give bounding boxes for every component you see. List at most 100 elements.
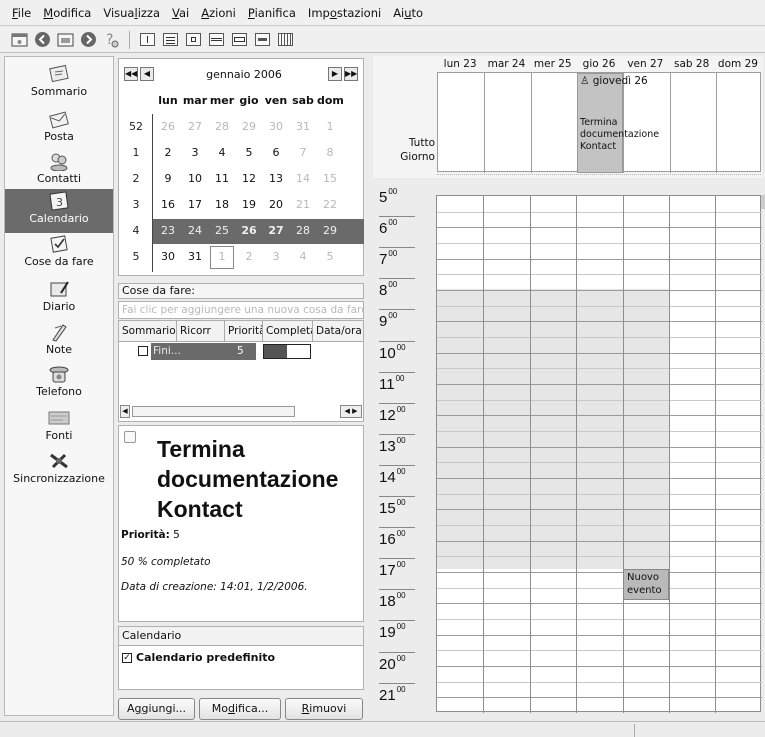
today-icon[interactable] — [56, 30, 75, 49]
day-cell[interactable]: 4 — [290, 245, 316, 268]
sidebar-item-sommario[interactable]: Sommario — [5, 62, 113, 106]
menu-item-3[interactable]: Vai — [166, 6, 195, 20]
week-number[interactable]: 2 — [123, 167, 149, 190]
column-summary[interactable]: Sommario — [119, 321, 177, 342]
sidebar-item-contatti[interactable]: Contatti — [5, 149, 113, 193]
day-cell[interactable]: 31 — [290, 115, 316, 138]
month-label[interactable]: gennaio 2006 — [179, 68, 309, 81]
previous-year-button[interactable]: ◀◀ — [124, 67, 138, 81]
menu-item-0[interactable]: File — [6, 6, 37, 20]
menu-item-4[interactable]: Azioni — [195, 6, 242, 20]
day-cell[interactable]: 28 — [209, 115, 235, 138]
todo-row[interactable]: Fini... 5 — [119, 343, 363, 360]
day-cell[interactable]: 11 — [209, 167, 235, 190]
sidebar-item-posta[interactable]: Posta — [5, 107, 113, 151]
day-cell[interactable]: 29 — [317, 219, 343, 242]
day-cell[interactable]: 20 — [263, 193, 289, 216]
day-cell[interactable]: 3 — [263, 245, 289, 268]
day-cell[interactable]: 14 — [290, 167, 316, 190]
add-calendar-button[interactable]: Aggiungi... — [118, 698, 195, 720]
help-icon[interactable]: ? — [102, 30, 121, 49]
all-day-grid[interactable]: ♙ giovedì 26 Termina documentazione Kont… — [437, 72, 761, 173]
sidebar-item-sincronizzazione[interactable]: Sincronizzazione — [5, 449, 113, 493]
menu-item-7[interactable]: Aiuto — [387, 6, 429, 20]
day-cell[interactable]: 16 — [155, 193, 181, 216]
agenda-grid[interactable]: Nuovo evento — [436, 195, 762, 713]
day-header[interactable]: mar 24 — [483, 56, 529, 72]
day-cell[interactable]: 13 — [263, 167, 289, 190]
next-year-button[interactable]: ▶▶ — [344, 67, 358, 81]
day-cell[interactable]: 15 — [317, 167, 343, 190]
day-cell[interactable]: 2 — [236, 245, 262, 268]
day-cell[interactable]: 1 — [209, 245, 235, 268]
day-cell[interactable]: 6 — [263, 141, 289, 164]
next-days-view-icon[interactable] — [253, 30, 272, 49]
day-cell[interactable]: 24 — [182, 219, 208, 242]
back-icon[interactable] — [33, 30, 52, 49]
week-number[interactable]: 52 — [123, 115, 149, 138]
day-cell[interactable]: 23 — [155, 219, 181, 242]
day-cell[interactable]: 2 — [155, 141, 181, 164]
day-cell[interactable]: 26 — [155, 115, 181, 138]
menu-item-2[interactable]: Visualizza — [97, 6, 166, 20]
day-cell[interactable]: 5 — [317, 245, 343, 268]
day-cell[interactable]: 27 — [182, 115, 208, 138]
previous-month-button[interactable]: ◀ — [140, 67, 154, 81]
calendar-resource-item[interactable]: ✓ Calendario predefinito — [122, 651, 275, 664]
day-cell[interactable]: 9 — [155, 167, 181, 190]
day-view-icon[interactable] — [184, 30, 203, 49]
day-header[interactable]: lun 23 — [437, 56, 483, 72]
day-cell[interactable]: 29 — [236, 115, 262, 138]
todo-horizontal-scrollbar[interactable]: ◀ ◀ ▶ — [120, 405, 363, 419]
new-event-placeholder[interactable]: Nuovo evento — [623, 569, 669, 600]
month-view-icon[interactable] — [276, 30, 295, 49]
week-number[interactable]: 4 — [123, 219, 149, 242]
day-header[interactable]: sab 28 — [669, 56, 715, 72]
day-header[interactable]: ven 27 — [622, 56, 668, 72]
day-cell[interactable]: 7 — [290, 141, 316, 164]
new-event-icon[interactable] — [10, 30, 29, 49]
sidebar-item-telefono[interactable]: Telefono — [5, 362, 113, 406]
day-cell[interactable]: 30 — [263, 115, 289, 138]
whats-next-icon[interactable] — [138, 30, 157, 49]
day-cell[interactable]: 5 — [236, 141, 262, 164]
sidebar-item-calendario[interactable]: 3 Calendario — [5, 189, 113, 233]
menu-item-6[interactable]: Impostazioni — [302, 6, 387, 20]
edit-calendar-button[interactable]: Modifica... — [199, 698, 281, 720]
day-cell[interactable]: 31 — [182, 245, 208, 268]
day-cell[interactable]: 19 — [236, 193, 262, 216]
day-cell[interactable]: 18 — [209, 193, 235, 216]
day-header[interactable]: gio 26 — [576, 56, 622, 72]
sidebar-item-diario[interactable]: Diario — [5, 277, 113, 321]
next-month-button[interactable]: ▶ — [328, 67, 342, 81]
calendar-checkbox[interactable]: ✓ — [122, 652, 132, 663]
quick-todo-input[interactable]: Fai clic per aggiungere una nuova cosa d… — [118, 301, 364, 319]
day-cell[interactable]: 1 — [317, 115, 343, 138]
menu-item-5[interactable]: Pianifica — [242, 6, 302, 20]
day-header[interactable]: dom 29 — [715, 56, 761, 72]
forward-icon[interactable] — [79, 30, 98, 49]
day-cell[interactable]: 4 — [209, 141, 235, 164]
agenda-scrollbar[interactable] — [761, 195, 765, 209]
day-cell[interactable]: 21 — [290, 193, 316, 216]
day-cell[interactable]: 28 — [290, 219, 316, 242]
week-number[interactable]: 3 — [123, 193, 149, 216]
day-cell[interactable]: 25 — [209, 219, 235, 242]
day-cell[interactable]: 17 — [182, 193, 208, 216]
sidebar-item-fonti[interactable]: Fonti — [5, 406, 113, 450]
week-view-icon[interactable] — [230, 30, 249, 49]
week-number[interactable]: 1 — [123, 141, 149, 164]
day-cell[interactable]: 12 — [236, 167, 262, 190]
column-recurrence[interactable]: Ricorr — [177, 321, 225, 342]
day-cell[interactable]: 27 — [263, 219, 289, 242]
day-cell[interactable]: 3 — [182, 141, 208, 164]
week-number[interactable]: 5 — [123, 245, 149, 268]
remove-calendar-button[interactable]: Rimuovi — [285, 698, 363, 720]
work-week-view-icon[interactable] — [207, 30, 226, 49]
sidebar-item-cose-da-fare[interactable]: Cose da fare — [5, 232, 113, 276]
list-view-icon[interactable] — [161, 30, 180, 49]
sidebar-item-note[interactable]: Note — [5, 320, 113, 364]
column-completed[interactable]: Completa — [263, 321, 313, 342]
day-cell[interactable]: 26 — [236, 219, 262, 242]
day-cell[interactable]: 22 — [317, 193, 343, 216]
